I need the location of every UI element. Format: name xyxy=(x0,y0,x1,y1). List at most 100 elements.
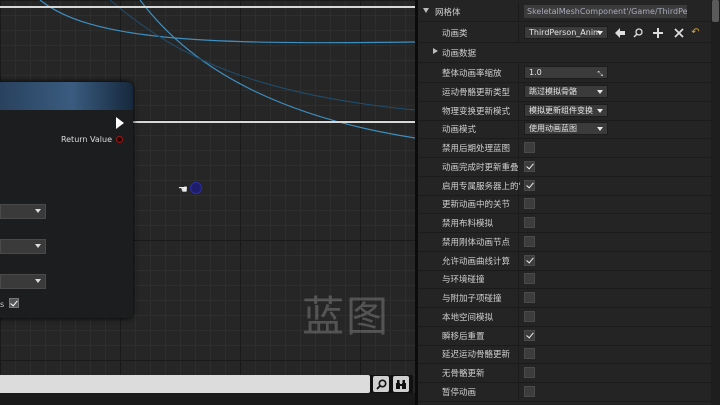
anim-class-value-area: ThirdPerson_Anim ↶ xyxy=(519,23,720,42)
reset-to-default-icon[interactable]: ↶ xyxy=(689,26,702,39)
details-scrollbar[interactable] xyxy=(711,0,720,405)
property-checkbox[interactable] xyxy=(524,273,535,285)
property-value-area xyxy=(519,213,720,232)
property-checkbox[interactable] xyxy=(524,198,535,210)
property-value-area: 模拟更新组件变换 xyxy=(519,101,720,120)
property-label: 本地空间模拟 xyxy=(442,312,494,323)
property-checkbox[interactable] xyxy=(524,160,535,172)
property-row: 运动骨骼更新类型 跳过模拟骨骼 xyxy=(418,81,720,102)
property-value-area xyxy=(519,344,720,363)
property-checkbox[interactable] xyxy=(524,292,535,303)
binoculars-icon[interactable] xyxy=(393,376,409,392)
property-dropdown[interactable]: 使用动画蓝图 xyxy=(524,122,608,136)
property-label: 与附加子项碰撞 xyxy=(442,294,502,304)
property-row: 允许动画曲线计算 xyxy=(418,250,720,271)
property-value-area: 使用动画蓝图 xyxy=(519,119,720,138)
property-checkbox[interactable] xyxy=(524,367,535,378)
search-icon[interactable] xyxy=(373,376,389,392)
property-row: 无骨骼更新 xyxy=(418,363,720,383)
spin-arrows-icon[interactable]: ⤡ xyxy=(597,69,603,80)
node-header[interactable] xyxy=(0,82,133,110)
property-label: 运动骨骼更新类型 xyxy=(442,87,511,98)
property-number-field[interactable]: 1.0 ⤡ xyxy=(524,66,608,79)
number-value: 1.0 xyxy=(529,68,542,77)
property-value-area xyxy=(519,176,720,195)
hand-cursor-icon: ☚ xyxy=(178,183,188,196)
collapsed-arrow-icon[interactable] xyxy=(433,48,438,54)
property-label: 启用专属服务器上的' xyxy=(442,181,521,192)
graph-watermark: 蓝图 xyxy=(302,292,391,341)
property-value-area xyxy=(519,288,720,307)
close-icon[interactable] xyxy=(672,26,685,39)
scrollbar-thumb[interactable] xyxy=(712,0,719,22)
property-label: 动画完成时更新重叠 xyxy=(442,162,519,173)
function-node[interactable]: Return Value s xyxy=(0,82,133,318)
property-value-area: 跳过模拟骨骼 xyxy=(519,82,720,101)
property-value-area xyxy=(519,269,720,288)
property-label: 禁用布料模拟 xyxy=(442,219,494,229)
property-row: 本地空间模拟 xyxy=(418,306,720,327)
property-value-area xyxy=(519,157,720,176)
graph-search-bar xyxy=(0,375,413,393)
property-label: 瞬移后重置 xyxy=(442,331,485,342)
property-checkbox[interactable] xyxy=(524,310,535,322)
graph-search-input[interactable] xyxy=(0,375,370,393)
property-label: 更新动画中的关节 xyxy=(442,200,511,211)
property-value-area xyxy=(519,251,720,270)
property-dropdown[interactable]: 跳过模拟骨骼 xyxy=(524,84,608,98)
property-label: 整体动画率缩放 xyxy=(442,69,502,79)
wire-curve-faint xyxy=(109,0,415,111)
blueprint-graph-canvas[interactable]: Return Value s ☚ 蓝图 xyxy=(0,0,415,405)
property-checkbox[interactable] xyxy=(524,217,535,228)
property-label: 与环境碰撞 xyxy=(442,275,485,286)
property-row: 瞬移后重置 xyxy=(418,325,720,346)
property-checkbox[interactable] xyxy=(524,254,535,266)
property-checkbox[interactable] xyxy=(524,385,535,397)
property-value-area xyxy=(519,138,720,157)
property-row: 与附加子项碰撞 xyxy=(418,288,720,308)
property-label: 允许动画曲线计算 xyxy=(442,256,511,267)
browse-icon[interactable] xyxy=(631,26,644,39)
property-row: 禁用刚体动画节点 xyxy=(418,231,720,252)
property-row: 与环境碰撞 xyxy=(418,269,720,290)
section-header-label: 网格体 xyxy=(435,8,461,18)
arrow-left-icon[interactable] xyxy=(613,26,626,39)
property-label: 禁用后期处理蓝图 xyxy=(442,144,511,154)
exec-output-pin[interactable] xyxy=(116,117,124,129)
property-checkbox[interactable] xyxy=(524,329,535,341)
property-row: 延迟运动骨骼更新 xyxy=(418,344,720,365)
node-dropdown-2[interactable] xyxy=(0,239,46,254)
node-dropdown-1[interactable] xyxy=(0,204,46,219)
property-value-area: 1.0 ⤡ xyxy=(519,63,720,82)
expand-arrow-icon[interactable] xyxy=(423,8,429,13)
row-anim-data[interactable]: 动画数据 xyxy=(418,43,720,63)
graph-bottom-strip xyxy=(0,393,415,405)
property-checkbox[interactable] xyxy=(524,142,535,153)
anim-class-label: 动画类 xyxy=(442,29,468,39)
node-dropdown-3[interactable] xyxy=(0,274,46,289)
node-checkbox-label: s xyxy=(0,300,5,309)
anim-data-label: 动画数据 xyxy=(442,49,477,59)
property-value-area xyxy=(519,232,720,251)
path-value-area: SkeletalMeshComponent'/Game/ThirdPer xyxy=(519,2,720,21)
property-dropdown[interactable]: 模拟更新组件变换 xyxy=(524,103,608,117)
property-value-area xyxy=(519,307,720,326)
return-value-pin[interactable] xyxy=(116,136,123,143)
section-header-mesh[interactable]: 网格体 SkeletalMeshComponent'/Game/ThirdPer xyxy=(418,2,720,22)
property-checkbox[interactable] xyxy=(524,348,535,360)
row-anim-class: 动画类 ThirdPerson_Anim ↶ xyxy=(418,23,720,43)
property-row: 禁用后期处理蓝图 xyxy=(418,138,720,158)
property-checkbox[interactable] xyxy=(524,235,535,247)
property-row: 物理变换更新模式 模拟更新组件变换 xyxy=(418,100,720,121)
node-checkbox[interactable] xyxy=(9,298,19,308)
details-panel: 网格体 SkeletalMeshComponent'/Game/ThirdPer… xyxy=(418,0,720,405)
anim-class-dropdown[interactable]: ThirdPerson_Anim xyxy=(524,26,608,39)
property-checkbox[interactable] xyxy=(524,179,535,191)
property-value-area xyxy=(519,363,720,382)
plus-icon[interactable] xyxy=(651,26,664,39)
property-value-area xyxy=(519,382,720,401)
mesh-path-field[interactable]: SkeletalMeshComponent'/Game/ThirdPer xyxy=(524,5,687,18)
return-value-pin-row: Return Value xyxy=(61,135,123,144)
property-label: 禁用刚体动画节点 xyxy=(442,237,511,248)
reroute-knot[interactable] xyxy=(190,182,202,194)
